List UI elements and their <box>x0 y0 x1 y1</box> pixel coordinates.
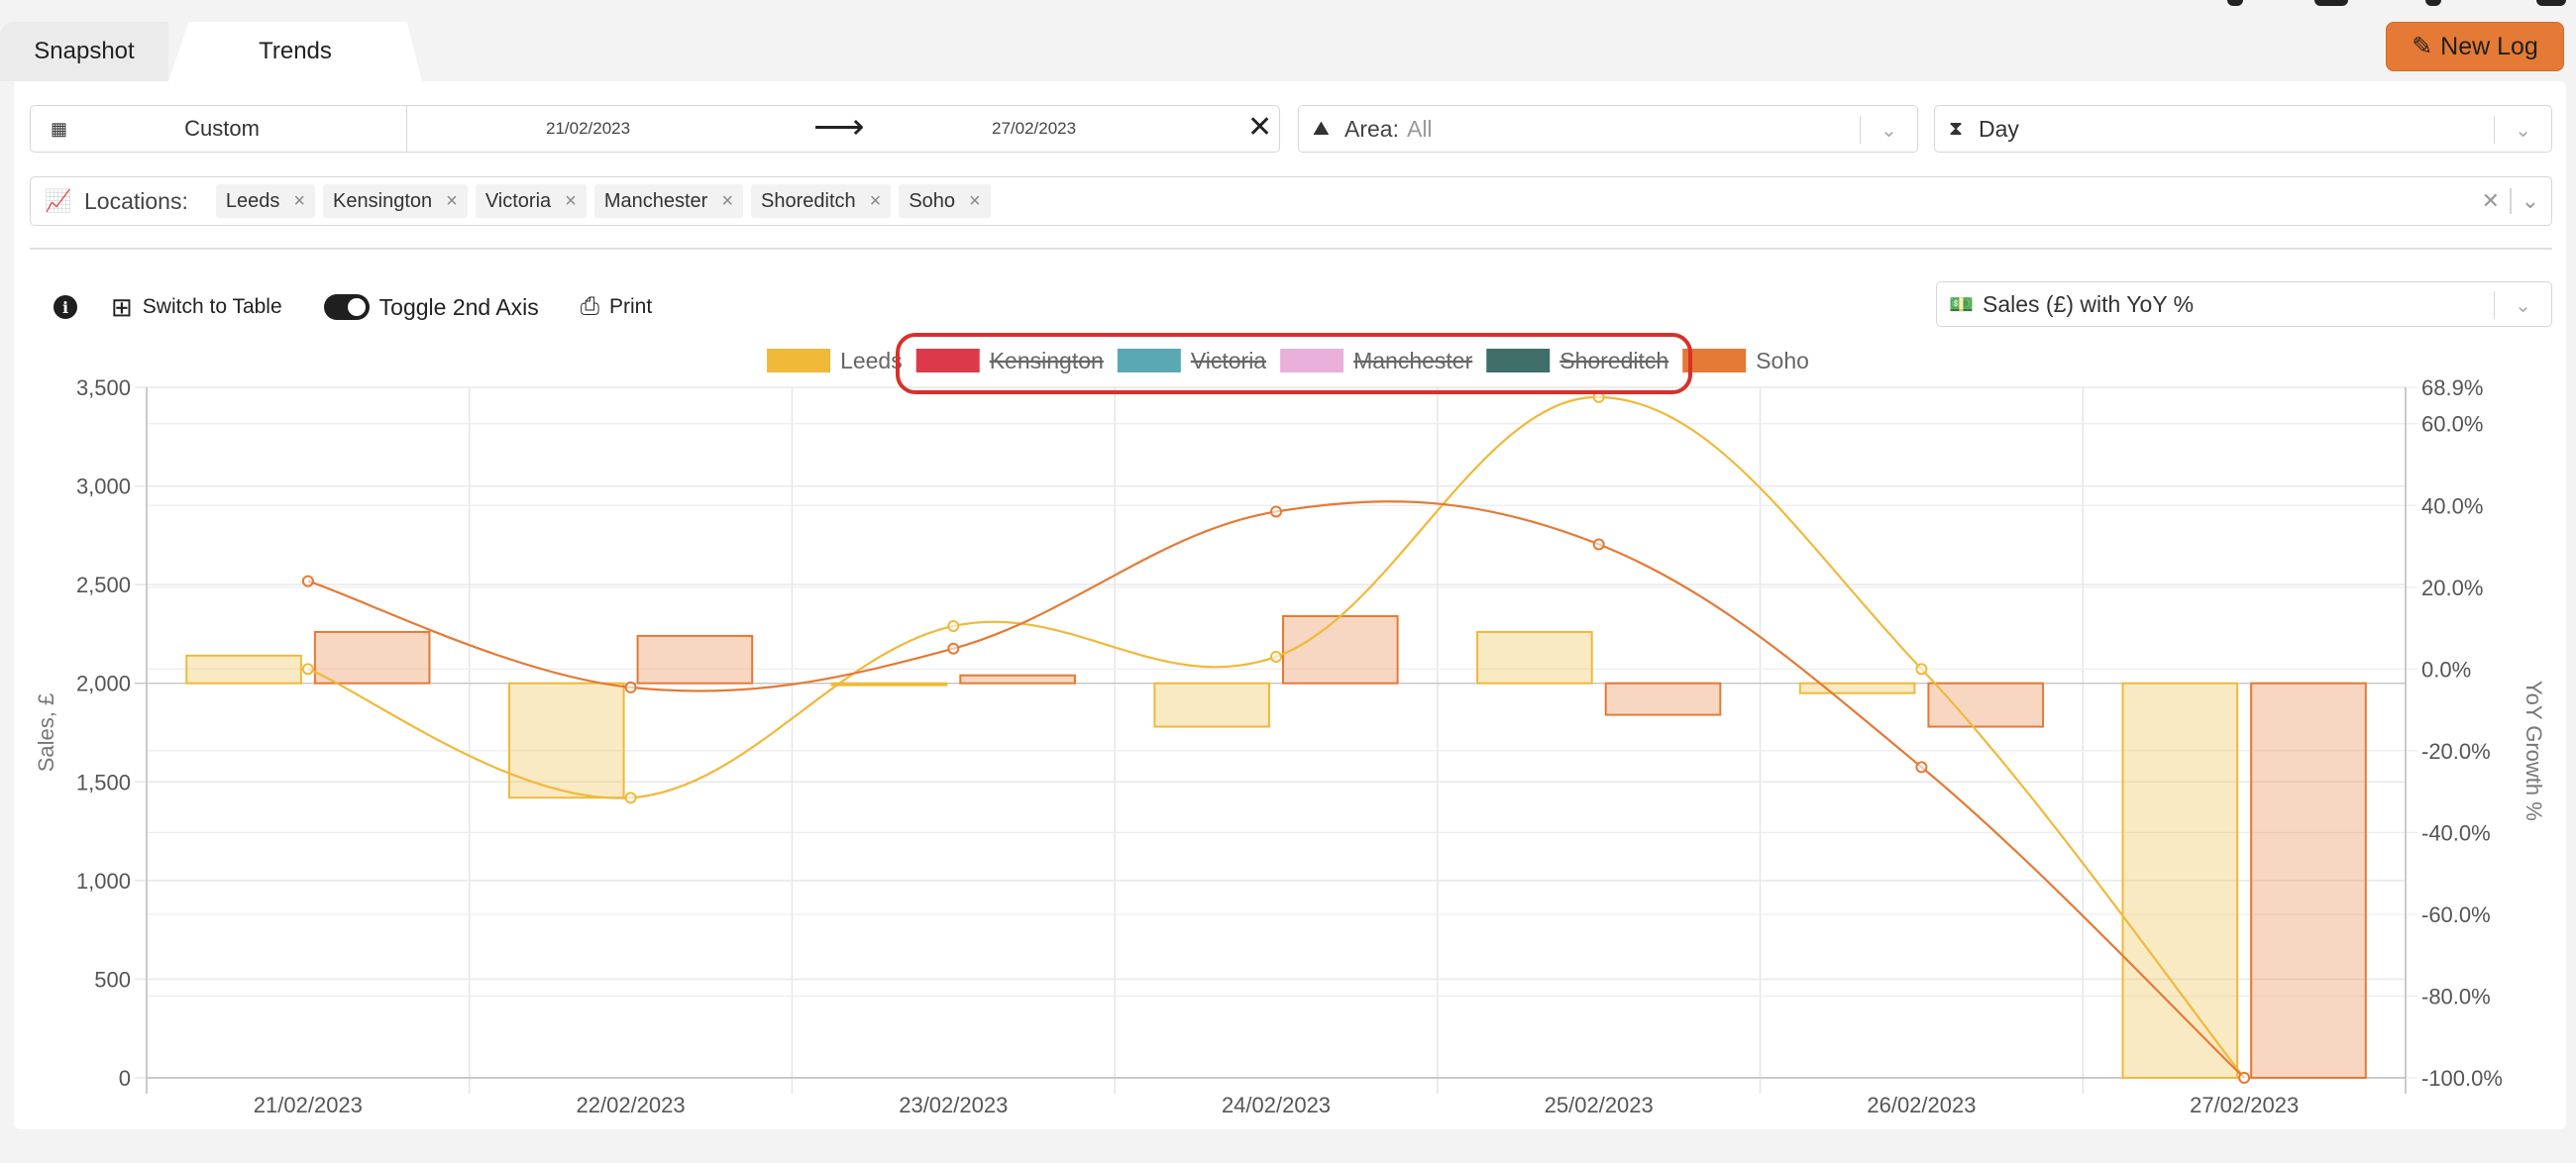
yoy-point-soho[interactable] <box>947 642 960 655</box>
y-right-tick-label: -80.0% <box>2421 984 2491 1008</box>
y-right-tick-label: 68.9% <box>2421 375 2483 400</box>
y-left-tick-label: 500 <box>94 967 131 992</box>
legend-swatch-manchester[interactable] <box>1280 349 1344 372</box>
x-tick-label: 26/02/2023 <box>1867 1093 1976 1117</box>
yoy-point-leeds[interactable] <box>1915 663 1928 676</box>
bar-leeds[interactable] <box>1153 682 1271 728</box>
y-left-tick-label: 1,500 <box>76 770 131 794</box>
x-tick-label: 22/02/2023 <box>577 1093 686 1117</box>
y-right-tick-label: -100.0% <box>2421 1066 2503 1091</box>
bar-soho[interactable] <box>636 634 754 685</box>
legend-swatch-kensington[interactable] <box>915 349 980 372</box>
y-left-tick-label: 2,000 <box>76 672 131 696</box>
bar-soho[interactable] <box>959 674 1076 685</box>
yoy-point-soho[interactable] <box>2238 1072 2251 1084</box>
bar-leeds[interactable] <box>2121 682 2239 1079</box>
y-left-tick-label: 3,000 <box>76 475 131 499</box>
y-left-tick-label: 2,500 <box>76 573 131 597</box>
y-left-axis-title: Sales, £ <box>34 693 58 773</box>
bar-soho[interactable] <box>313 630 431 685</box>
legend-label-manchester: Manchester <box>1353 348 1473 373</box>
y-right-tick-label: 0.0% <box>2421 657 2471 682</box>
legend-label-shoreditch: Shoreditch <box>1559 348 1668 373</box>
y-left-tick-label: 1,000 <box>76 869 131 894</box>
bar-leeds[interactable] <box>1798 682 1916 694</box>
y-right-tick-label: 60.0% <box>2421 412 2483 437</box>
bar-leeds[interactable] <box>185 654 302 685</box>
bar-soho[interactable] <box>1604 682 1722 716</box>
y-left-tick-label: 0 <box>119 1066 131 1091</box>
bar-soho[interactable] <box>1927 682 2045 728</box>
legend-label-soho: Soho <box>1756 348 1809 373</box>
bar-soho[interactable] <box>1282 615 1399 685</box>
bar-soho[interactable] <box>2250 682 2367 1079</box>
legend-swatch-shoreditch[interactable] <box>1486 349 1551 372</box>
yoy-point-soho[interactable] <box>1270 505 1282 518</box>
yoy-point-soho[interactable] <box>1915 761 1928 774</box>
yoy-point-leeds[interactable] <box>1270 650 1282 663</box>
y-right-tick-label: -20.0% <box>2421 739 2491 764</box>
yoy-point-soho[interactable] <box>1592 538 1605 551</box>
x-tick-label: 23/02/2023 <box>899 1093 1008 1117</box>
x-tick-label: 27/02/2023 <box>2190 1093 2299 1117</box>
x-tick-label: 21/02/2023 <box>254 1093 363 1117</box>
legend-swatch-leeds[interactable] <box>767 349 831 372</box>
y-right-tick-label: 20.0% <box>2421 576 2483 600</box>
legend-label-leeds: Leeds <box>840 348 903 373</box>
sales-chart: 0 500 1,000 1,500 2,000 2,500 3,000 3,500 -100.0… <box>34 333 2546 1117</box>
y-right-axis-title: YoY Growth % <box>2522 681 2546 821</box>
yoy-point-soho[interactable] <box>624 681 637 693</box>
yoy-point-leeds[interactable] <box>624 792 637 804</box>
x-tick-label: 25/02/2023 <box>1545 1093 1654 1117</box>
yoy-point-soho[interactable] <box>301 575 314 587</box>
legend-label-kensington: Kensington <box>990 348 1104 373</box>
bar-leeds[interactable] <box>830 682 948 687</box>
legend-label-victoria: Victoria <box>1191 348 1266 373</box>
yoy-point-leeds[interactable] <box>947 619 960 632</box>
y-right-tick-label: -60.0% <box>2421 902 2491 927</box>
legend-swatch-victoria[interactable] <box>1117 349 1181 372</box>
y-right-tick-label: 40.0% <box>2421 493 2483 518</box>
x-tick-label: 24/02/2023 <box>1222 1093 1331 1117</box>
bar-leeds[interactable] <box>1476 630 1593 685</box>
y-left-tick-label: 3,500 <box>76 375 131 400</box>
y-right-tick-label: -40.0% <box>2421 820 2491 845</box>
yoy-point-leeds[interactable] <box>301 663 314 676</box>
